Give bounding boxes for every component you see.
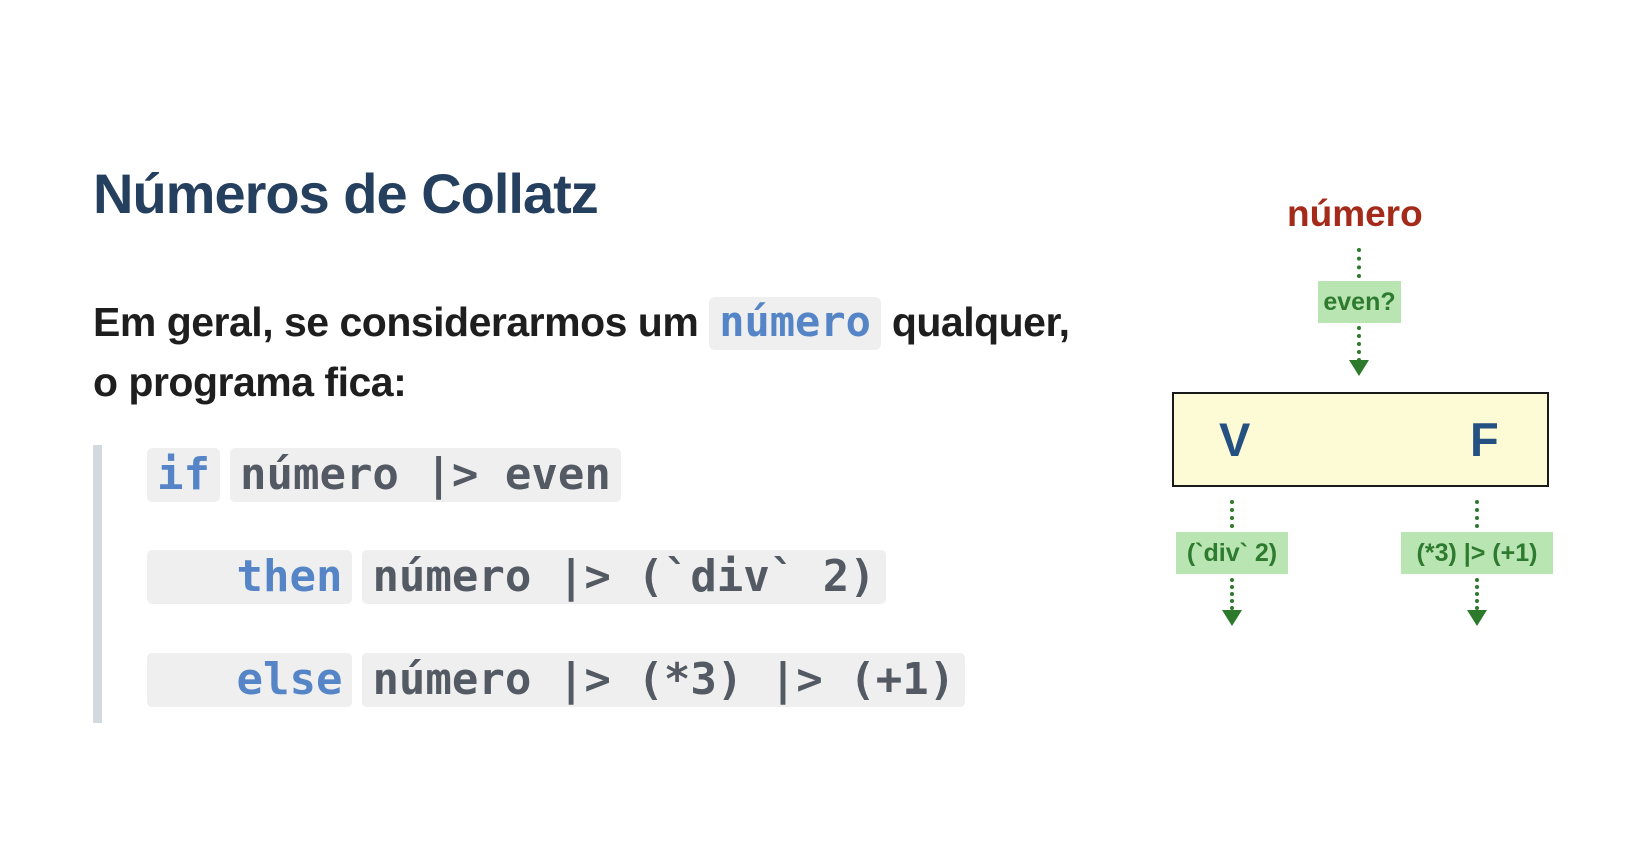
arrow-head-down-icon: [1467, 610, 1487, 626]
arrow-true-out: [1230, 578, 1234, 610]
intro-paragraph: Em geral, se considerarmos um número qua…: [93, 292, 1073, 412]
code-line-if: if número |> even: [147, 448, 631, 502]
arrow-head-down-icon: [1349, 360, 1369, 376]
keyword-then: then: [147, 550, 353, 604]
expression-if: número |> even: [229, 448, 621, 502]
false-branch-label: F: [1470, 413, 1499, 466]
arrow-true-to-action: [1230, 500, 1234, 528]
false-action-tag: (*3) |> (+1): [1401, 532, 1553, 574]
arrow-head-down-icon: [1222, 610, 1242, 626]
condition-tag: even?: [1318, 281, 1401, 323]
arrow-false-to-action: [1475, 500, 1479, 528]
code-blockquote: if número |> even then número |> (`div` …: [93, 445, 1062, 723]
diagram-input-label: número: [1287, 193, 1423, 234]
expression-then: número |> (`div` 2): [362, 550, 886, 604]
arrow-input-to-condition: [1357, 248, 1361, 278]
keyword-if: if: [147, 448, 220, 502]
code-line-then: then número |> (`div` 2): [147, 550, 896, 604]
slide-title: Números de Collatz: [93, 162, 599, 225]
intro-text-before: Em geral, se considerarmos um: [93, 299, 710, 345]
code-line-else: else número |> (*3) |> (+1): [147, 653, 975, 707]
true-action-tag: (`div` 2): [1176, 532, 1288, 574]
decision-box: V F: [1172, 392, 1549, 487]
true-branch-label: V: [1219, 413, 1251, 466]
arrow-false-out: [1475, 578, 1479, 610]
expression-else: número |> (*3) |> (+1): [362, 653, 966, 707]
inline-code-numero: número: [709, 297, 881, 350]
arrow-condition-to-box: [1357, 326, 1361, 362]
keyword-else: else: [147, 653, 353, 707]
